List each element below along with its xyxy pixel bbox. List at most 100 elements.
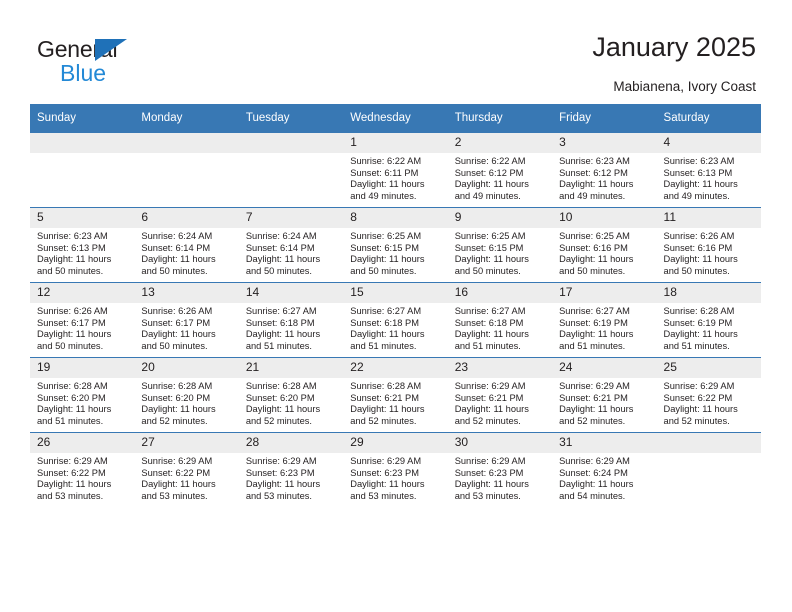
daylight-text: Daylight: 11 hours and 49 minutes. — [559, 179, 634, 201]
day-details: Sunrise: 6:29 AM Sunset: 6:21 PM Daylight:… — [448, 378, 552, 427]
calendar-day-cell[interactable]: 25 Sunrise: 6:29 AM Sunset: 6:22 PM Dayligh… — [656, 357, 761, 433]
sunset-text: Sunset: 6:21 PM — [454, 392, 524, 403]
sunrise-text: Sunrise: 6:28 AM — [37, 381, 108, 391]
triangle-icon — [95, 39, 127, 61]
sunrise-text: Sunrise: 6:27 AM — [350, 306, 422, 316]
daylight-text: Daylight: 11 hours and 52 minutes. — [454, 404, 529, 426]
day-details: Sunrise: 6:29 AM Sunset: 6:23 PM Daylight:… — [239, 453, 343, 502]
day-number: 7 — [238, 208, 344, 228]
day-number: 23 — [447, 358, 553, 378]
day-number: 5 — [30, 208, 135, 228]
daylight-text: Daylight: 11 hours and 50 minutes. — [37, 254, 112, 276]
day-number — [238, 133, 344, 153]
sunset-text: Sunset: 6:12 PM — [454, 167, 524, 178]
calendar-day-cell[interactable]: 26 Sunrise: 6:29 AM Sunset: 6:22 PM Dayligh… — [30, 432, 135, 507]
calendar-week-row: 1 Sunrise: 6:22 AM Sunset: 6:11 PM Daylight… — [30, 132, 761, 208]
calendar-day-cell[interactable]: 17 Sunrise: 6:27 AM Sunset: 6:19 PM Dayligh… — [552, 282, 657, 358]
day-details: Sunrise: 6:23 AM Sunset: 6:13 PM Daylight:… — [657, 153, 761, 202]
calendar-day-cell[interactable]: 13 Sunrise: 6:26 AM Sunset: 6:17 PM Dayligh… — [134, 282, 239, 358]
day-number: 28 — [238, 433, 344, 453]
calendar-day-cell[interactable]: 10 Sunrise: 6:25 AM Sunset: 6:16 PM Dayligh… — [552, 207, 657, 283]
day-details: Sunrise: 6:29 AM Sunset: 6:22 PM Daylight:… — [134, 453, 238, 502]
sunset-text: Sunset: 6:15 PM — [454, 242, 524, 253]
sunset-text: Sunset: 6:13 PM — [37, 242, 106, 253]
daylight-text: Daylight: 11 hours and 50 minutes. — [663, 254, 738, 276]
sunset-text: Sunset: 6:22 PM — [141, 467, 211, 478]
sunrise-text: Sunrise: 6:29 AM — [141, 456, 213, 466]
calendar-body: 1 Sunrise: 6:22 AM Sunset: 6:11 PM Daylight… — [30, 132, 761, 507]
day-number: 15 — [343, 283, 448, 303]
day-number — [656, 433, 761, 453]
calendar-day-cell[interactable]: 27 Sunrise: 6:29 AM Sunset: 6:22 PM Dayligh… — [134, 432, 239, 507]
calendar-day-cell[interactable]: 6 Sunrise: 6:24 AM Sunset: 6:14 PM Daylight… — [134, 207, 239, 283]
day-details: Sunrise: 6:28 AM Sunset: 6:20 PM Daylight:… — [239, 378, 343, 427]
sunrise-text: Sunrise: 6:25 AM — [559, 231, 630, 241]
daylight-text: Daylight: 11 hours and 52 minutes. — [350, 404, 425, 426]
calendar-day-cell[interactable]: 3 Sunrise: 6:23 AM Sunset: 6:12 PM Daylight… — [552, 132, 657, 208]
calendar-day-cell[interactable]: 29 Sunrise: 6:29 AM Sunset: 6:23 PM Dayligh… — [343, 432, 448, 507]
daylight-text: Daylight: 11 hours and 52 minutes. — [663, 404, 738, 426]
calendar-day-cell[interactable]: 15 Sunrise: 6:27 AM Sunset: 6:18 PM Dayligh… — [343, 282, 448, 358]
day-number: 19 — [30, 358, 135, 378]
calendar-day-cell[interactable]: 20 Sunrise: 6:28 AM Sunset: 6:20 PM Dayligh… — [134, 357, 239, 433]
calendar-day-cell[interactable]: 22 Sunrise: 6:28 AM Sunset: 6:21 PM Dayligh… — [343, 357, 448, 433]
calendar-day-cell[interactable]: 5 Sunrise: 6:23 AM Sunset: 6:13 PM Daylight… — [30, 207, 135, 283]
sunset-text: Sunset: 6:22 PM — [37, 467, 106, 478]
day-details: Sunrise: 6:24 AM Sunset: 6:14 PM Daylight:… — [134, 228, 238, 277]
calendar-day-cell[interactable]: 30 Sunrise: 6:29 AM Sunset: 6:23 PM Dayligh… — [447, 432, 553, 507]
calendar-day-cell[interactable]: 8 Sunrise: 6:25 AM Sunset: 6:15 PM Daylight… — [343, 207, 448, 283]
calendar-day-cell-empty — [134, 132, 239, 208]
day-number: 12 — [30, 283, 135, 303]
calendar-day-cell[interactable]: 18 Sunrise: 6:28 AM Sunset: 6:19 PM Dayligh… — [656, 282, 761, 358]
sunset-text: Sunset: 6:21 PM — [350, 392, 419, 403]
weekday-header-sunday: Sunday — [30, 104, 135, 133]
day-number: 8 — [343, 208, 448, 228]
sunset-text: Sunset: 6:14 PM — [245, 242, 315, 253]
sunrise-text: Sunrise: 6:29 AM — [663, 381, 735, 391]
calendar-day-cell[interactable]: 9 Sunrise: 6:25 AM Sunset: 6:15 PM Daylight… — [447, 207, 553, 283]
calendar-day-cell[interactable]: 7 Sunrise: 6:24 AM Sunset: 6:14 PM Daylight… — [238, 207, 344, 283]
calendar-day-cell[interactable]: 14 Sunrise: 6:27 AM Sunset: 6:18 PM Dayligh… — [238, 282, 344, 358]
calendar-day-cell[interactable]: 1 Sunrise: 6:22 AM Sunset: 6:11 PM Daylight… — [343, 132, 448, 208]
day-number: 9 — [447, 208, 553, 228]
calendar-day-cell[interactable]: 28 Sunrise: 6:29 AM Sunset: 6:23 PM Dayligh… — [238, 432, 344, 507]
sunset-text: Sunset: 6:20 PM — [37, 392, 106, 403]
day-details: Sunrise: 6:27 AM Sunset: 6:18 PM Daylight:… — [343, 303, 447, 352]
calendar-day-cell[interactable]: 4 Sunrise: 6:23 AM Sunset: 6:13 PM Daylight… — [656, 132, 761, 208]
daylight-text: Daylight: 11 hours and 50 minutes. — [37, 329, 112, 351]
calendar-day-cell[interactable]: 2 Sunrise: 6:22 AM Sunset: 6:12 PM Daylight… — [447, 132, 553, 208]
daylight-text: Daylight: 11 hours and 53 minutes. — [454, 479, 529, 501]
day-details: Sunrise: 6:22 AM Sunset: 6:11 PM Daylight:… — [343, 153, 447, 202]
calendar-day-cell[interactable]: 24 Sunrise: 6:29 AM Sunset: 6:21 PM Dayligh… — [552, 357, 657, 433]
daylight-text: Daylight: 11 hours and 52 minutes. — [245, 404, 321, 426]
sunset-text: Sunset: 6:23 PM — [350, 467, 419, 478]
calendar-day-cell-empty — [656, 432, 761, 507]
day-details: Sunrise: 6:29 AM Sunset: 6:22 PM Daylight:… — [30, 453, 134, 502]
sunrise-text: Sunrise: 6:27 AM — [559, 306, 630, 316]
sunrise-text: Sunrise: 6:23 AM — [559, 156, 630, 166]
day-details: Sunrise: 6:22 AM Sunset: 6:12 PM Daylight:… — [448, 153, 552, 202]
day-details: Sunrise: 6:28 AM Sunset: 6:21 PM Daylight:… — [343, 378, 447, 427]
daylight-text: Daylight: 11 hours and 50 minutes. — [350, 254, 425, 276]
day-number: 29 — [343, 433, 448, 453]
day-number: 22 — [343, 358, 448, 378]
day-details: Sunrise: 6:28 AM Sunset: 6:19 PM Daylight:… — [657, 303, 761, 352]
weekday-header-wednesday: Wednesday — [343, 104, 448, 133]
logo-text-blue: Blue — [60, 60, 107, 86]
calendar-day-cell[interactable]: 23 Sunrise: 6:29 AM Sunset: 6:21 PM Dayligh… — [447, 357, 553, 433]
calendar-day-cell[interactable]: 11 Sunrise: 6:26 AM Sunset: 6:16 PM Dayligh… — [656, 207, 761, 283]
weekday-header-monday: Monday — [134, 104, 239, 133]
day-number: 21 — [238, 358, 344, 378]
day-number: 25 — [656, 358, 761, 378]
calendar-day-cell[interactable]: 16 Sunrise: 6:27 AM Sunset: 6:18 PM Dayligh… — [447, 282, 553, 358]
sunrise-text: Sunrise: 6:22 AM — [454, 156, 526, 166]
calendar-day-cell[interactable]: 21 Sunrise: 6:28 AM Sunset: 6:20 PM Dayligh… — [238, 357, 344, 433]
calendar-day-cell[interactable]: 12 Sunrise: 6:26 AM Sunset: 6:17 PM Dayligh… — [30, 282, 135, 358]
page-title: January 2025 — [592, 32, 756, 62]
calendar-day-cell[interactable]: 19 Sunrise: 6:28 AM Sunset: 6:20 PM Dayligh… — [30, 357, 135, 433]
calendar-day-cell[interactable]: 31 Sunrise: 6:29 AM Sunset: 6:24 PM Dayligh… — [552, 432, 657, 507]
day-details: Sunrise: 6:23 AM Sunset: 6:12 PM Daylight:… — [552, 153, 656, 202]
generalblue-logo[interactable]: General Blue — [37, 36, 207, 88]
day-number: 27 — [134, 433, 239, 453]
day-number: 17 — [552, 283, 657, 303]
